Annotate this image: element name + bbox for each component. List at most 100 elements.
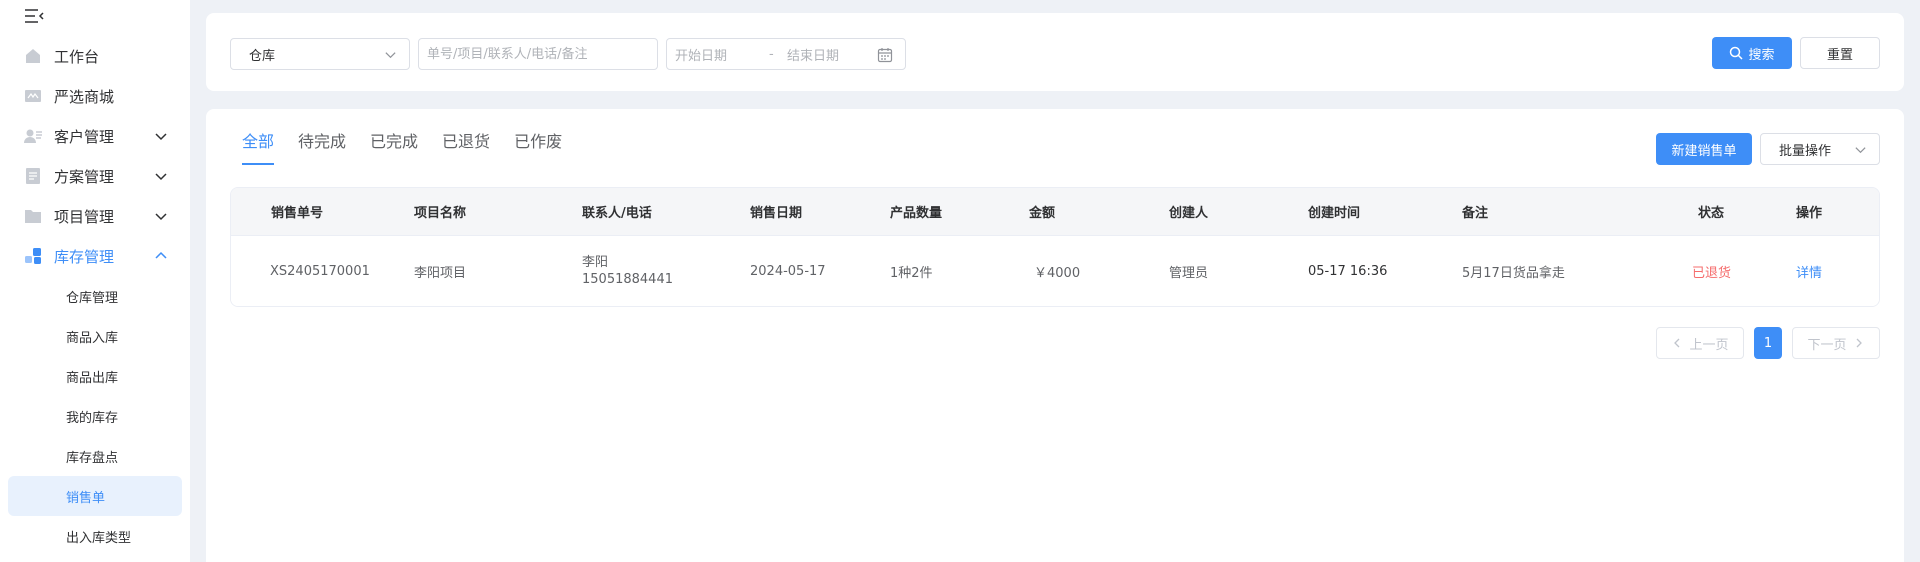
sidebar-subitem-label: 我的库存 [66, 410, 119, 426]
sidebar-item-customers[interactable]: 客户管理 [8, 116, 182, 156]
col-actions: 操作 [1796, 206, 1823, 221]
sidebar-item-label: 工作台 [54, 47, 100, 66]
sidebar-item-projects[interactable]: 项目管理 [8, 196, 182, 236]
col-remark: 备注 [1462, 206, 1489, 221]
tab-returned[interactable]: 已退货 [442, 131, 490, 165]
reset-button-label: 重置 [1826, 47, 1853, 63]
col-sale-date: 销售日期 [750, 206, 803, 221]
contact-name: 李阳 [582, 255, 609, 270]
col-order-no: 销售单号 [271, 206, 324, 221]
chevron-down-icon [154, 209, 168, 223]
col-creator: 创建人 [1169, 206, 1209, 221]
table-row: XS2405170001 李阳项目 李阳 15051884441 2024-05… [231, 236, 1879, 306]
tab-pending[interactable]: 待完成 [298, 131, 346, 165]
tab-all[interactable]: 全部 [242, 131, 275, 165]
search-icon [1729, 46, 1744, 60]
col-quantity: 产品数量 [890, 206, 943, 221]
calendar-icon [877, 47, 893, 63]
sidebar-subitem-stock-in[interactable]: 商品入库 [8, 316, 182, 356]
next-page-label: 下一页 [1807, 337, 1847, 353]
folder-icon [24, 207, 42, 225]
prev-page-label: 上一页 [1689, 337, 1729, 353]
prev-page-button[interactable]: 上一页 [1656, 327, 1744, 359]
sidebar-subitem-warehouse[interactable]: 仓库管理 [8, 276, 182, 316]
sidebar-item-label: 客户管理 [54, 127, 115, 146]
product-quantity: 1种2件 [890, 265, 933, 281]
keyword-search-input[interactable] [418, 38, 658, 70]
order-no: XS2405170001 [270, 263, 370, 279]
sidebar-subitem-stocktake[interactable]: 库存盘点 [8, 436, 182, 476]
remark: 5月17日货品拿走 [1462, 265, 1565, 281]
new-sales-order-label: 新建销售单 [1671, 143, 1737, 159]
search-button-label: 搜索 [1748, 47, 1775, 63]
chevron-down-icon [1854, 143, 1867, 156]
col-project: 项目名称 [414, 206, 467, 221]
sidebar-subitem-stock-out[interactable]: 商品出库 [8, 356, 182, 396]
next-page-button[interactable]: 下一页 [1792, 327, 1880, 359]
sidebar-item-label: 严选商城 [54, 87, 115, 106]
batch-actions-label: 批量操作 [1779, 143, 1832, 159]
contact-phone: 15051884441 [582, 272, 673, 287]
sidebar-subitem-label: 销售单 [66, 490, 106, 506]
col-contact: 联系人/电话 [582, 206, 652, 221]
sidebar-item-label: 项目管理 [54, 207, 115, 226]
filter-bar: 仓库 开始日期 - 结束日期 搜索 重置 [206, 13, 1904, 91]
sidebar-item-plans[interactable]: 方案管理 [8, 156, 182, 196]
sidebar-item-label: 方案管理 [54, 167, 115, 186]
chevron-left-icon [1671, 337, 1683, 349]
page-number-current[interactable]: 1 [1754, 327, 1782, 359]
sidebar-subitem-label: 仓库管理 [66, 290, 119, 306]
amount: ￥4000 [1034, 265, 1081, 281]
chevron-down-icon [154, 129, 168, 143]
start-date-input[interactable]: 开始日期 [675, 45, 727, 64]
chevron-down-icon [384, 48, 397, 61]
reset-button[interactable]: 重置 [1800, 37, 1880, 69]
sidebar-subitem-sales-order[interactable]: 销售单 [8, 476, 182, 516]
pagination: 上一页 1 下一页 [206, 327, 1904, 359]
sidebar-subitem-label: 商品入库 [66, 330, 119, 346]
end-date-input[interactable]: 结束日期 [787, 45, 839, 64]
tab-completed[interactable]: 已完成 [370, 131, 418, 165]
warehouse-select[interactable]: 仓库 [230, 38, 410, 70]
document-icon [24, 167, 42, 185]
detail-link[interactable]: 详情 [1796, 236, 1822, 306]
sidebar-item-mall[interactable]: 严选商城 [8, 76, 182, 116]
tab-voided[interactable]: 已作废 [514, 131, 562, 165]
status-tabs: 全部 待完成 已完成 已退货 已作废 [242, 131, 586, 165]
sale-date: 2024-05-17 [750, 263, 826, 279]
inventory-icon [24, 247, 42, 265]
customer-icon [24, 127, 42, 145]
chevron-up-icon [154, 249, 168, 263]
home-icon [24, 47, 42, 65]
created-at: 05-17 16:36 [1308, 263, 1388, 279]
menu-collapse-icon[interactable] [24, 8, 44, 24]
sidebar-item-workbench[interactable]: 工作台 [8, 36, 182, 76]
sales-order-table: 销售单号 项目名称 联系人/电话 销售日期 产品数量 金额 创建人 创建时间 备… [230, 187, 1880, 307]
sidebar-subitem-io-type[interactable]: 出入库类型 [8, 516, 182, 556]
project-name: 李阳项目 [414, 265, 467, 281]
creator: 管理员 [1169, 265, 1209, 281]
contact-cell: 李阳 15051884441 [582, 236, 673, 306]
sidebar-subitem-my-stock[interactable]: 我的库存 [8, 396, 182, 436]
sidebar: 工作台 严选商城 客户管理 方案管理 项目管理 库存管理 仓库管理 商品入库 商… [0, 0, 190, 562]
status-badge: 已退货 [1692, 265, 1732, 281]
sidebar-subitem-label: 出入库类型 [66, 530, 132, 546]
sales-order-list: 全部 待完成 已完成 已退货 已作废 新建销售单 批量操作 销售单号 项目名称 … [206, 109, 1904, 562]
search-button[interactable]: 搜索 [1712, 37, 1792, 69]
col-amount: 金额 [1029, 206, 1056, 221]
table-header: 销售单号 项目名称 联系人/电话 销售日期 产品数量 金额 创建人 创建时间 备… [231, 188, 1879, 236]
new-sales-order-button[interactable]: 新建销售单 [1656, 133, 1752, 165]
sidebar-subitem-label: 商品出库 [66, 370, 119, 386]
batch-actions-select[interactable]: 批量操作 [1760, 133, 1880, 165]
chevron-down-icon [154, 169, 168, 183]
sidebar-item-label: 库存管理 [54, 247, 115, 266]
col-status: 状态 [1698, 206, 1725, 221]
sidebar-item-inventory[interactable]: 库存管理 [8, 236, 182, 276]
chevron-right-icon [1853, 337, 1865, 349]
store-icon [24, 87, 42, 105]
sidebar-subitem-label: 库存盘点 [66, 450, 119, 466]
date-range-picker[interactable]: 开始日期 - 结束日期 [666, 38, 906, 70]
date-separator: - [769, 46, 774, 62]
col-created-at: 创建时间 [1308, 206, 1361, 221]
warehouse-select-value: 仓库 [249, 48, 276, 64]
